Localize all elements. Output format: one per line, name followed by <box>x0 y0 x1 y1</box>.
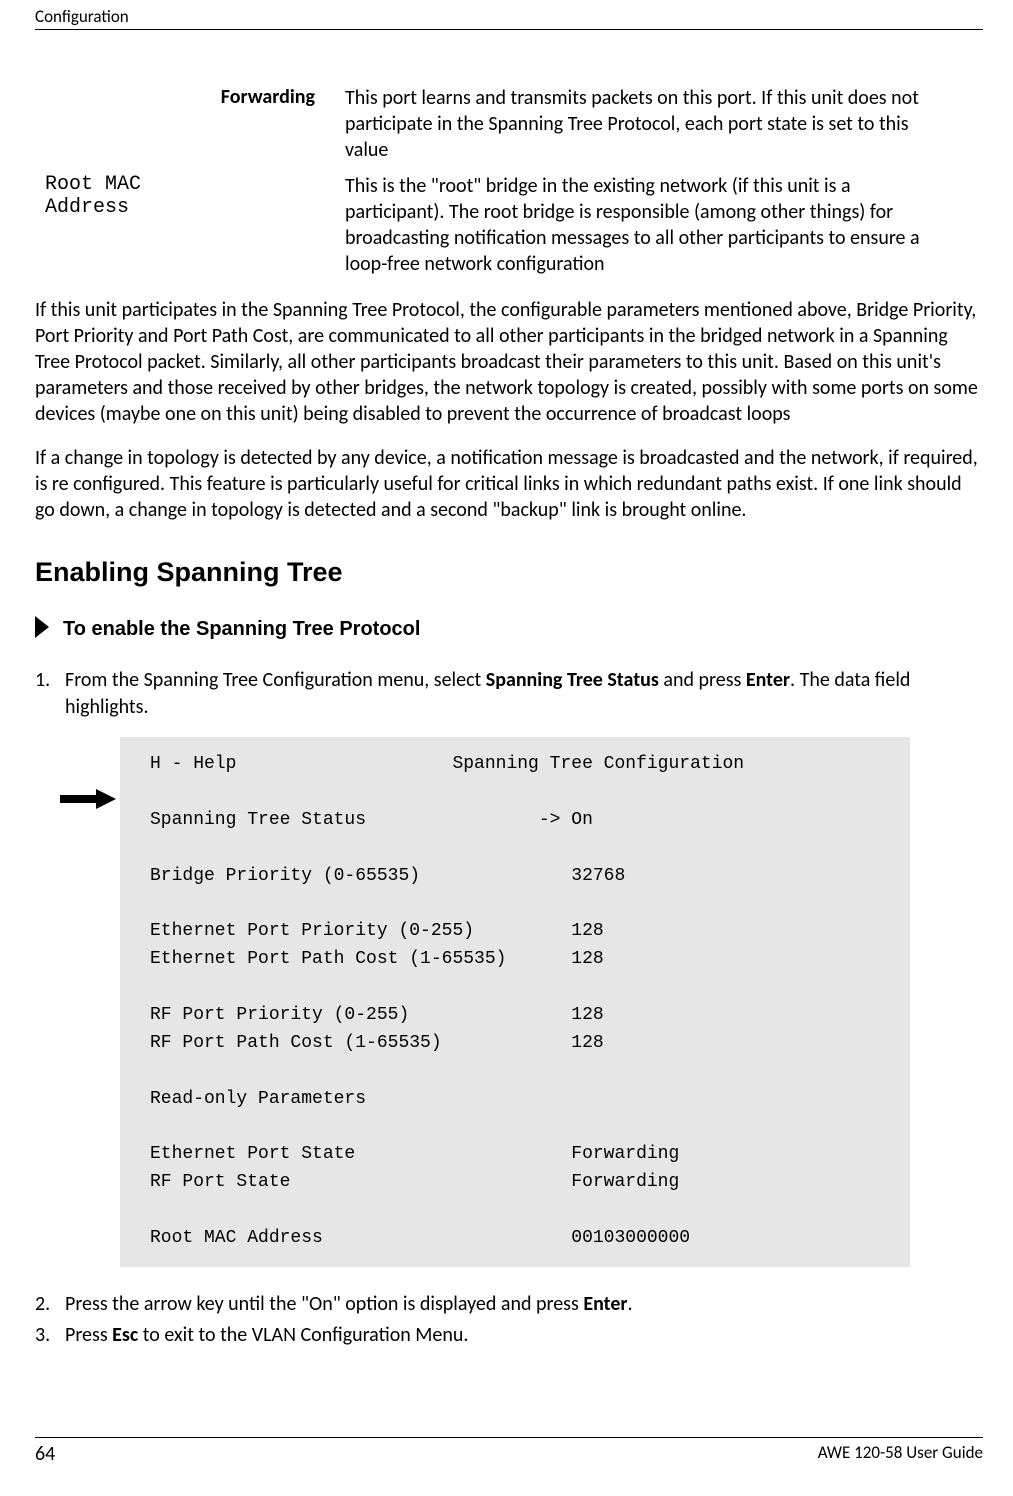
step-text: Press Esc to exit to the VLAN Configurat… <box>65 1322 983 1349</box>
step-3: 3. Press Esc to exit to the VLAN Configu… <box>35 1322 983 1349</box>
text-fragment: . <box>628 1292 633 1316</box>
step-1: 1. From the Spanning Tree Configuration … <box>35 667 983 721</box>
step-text: From the Spanning Tree Configuration men… <box>65 667 983 721</box>
body-paragraph-2: If a change in topology is detected by a… <box>35 445 983 523</box>
definition-description: This is the "root" bridge in the existin… <box>345 173 925 277</box>
page-number: 64 <box>35 1442 55 1466</box>
text-fragment: Press the arrow key until the "On" optio… <box>65 1292 583 1316</box>
definition-table: ForwardingThis port learns and transmits… <box>35 85 983 277</box>
text-fragment: to exit to the VLAN Configuration Menu. <box>138 1323 468 1347</box>
footer-content: 64 AWE 120-58 User Guide <box>35 1442 983 1466</box>
step-text: Press the arrow key until the "On" optio… <box>65 1291 983 1318</box>
text-fragment: Press <box>65 1323 112 1347</box>
procedure-title: To enable the Spanning Tree Protocol <box>63 618 420 641</box>
footer-rule <box>35 1437 983 1438</box>
definition-description: This port learns and transmits packets o… <box>345 85 925 163</box>
header-text: Configuration <box>35 6 129 27</box>
guide-name: AWE 120-58 User Guide <box>818 1442 983 1466</box>
definition-row: ForwardingThis port learns and transmits… <box>35 85 983 163</box>
bold-text: Enter <box>746 668 790 692</box>
step-list-cont: 2. Press the arrow key until the "On" op… <box>35 1291 983 1349</box>
step-number: 3. <box>35 1322 65 1349</box>
arrow-right-icon <box>60 789 116 814</box>
step-2: 2. Press the arrow key until the "On" op… <box>35 1291 983 1318</box>
bold-text: Esc <box>112 1323 138 1347</box>
terminal-wrapper: H - Help Spanning Tree Configuration Spa… <box>120 737 983 1267</box>
text-fragment: From the Spanning Tree Configuration men… <box>65 668 486 692</box>
step-number: 1. <box>35 667 65 721</box>
section-heading: Enabling Spanning Tree <box>35 557 983 588</box>
definition-row: Root MAC AddressThis is the "root" bridg… <box>35 173 983 277</box>
page-footer: 64 AWE 120-58 User Guide <box>35 1437 983 1466</box>
bold-text: Enter <box>583 1292 627 1316</box>
triangle-bullet-icon <box>35 616 53 643</box>
procedure-header: To enable the Spanning Tree Protocol <box>35 616 983 643</box>
step-number: 2. <box>35 1291 65 1318</box>
bold-text: Spanning Tree Status <box>486 668 659 692</box>
header-rule <box>35 29 983 30</box>
step-list: 1. From the Spanning Tree Configuration … <box>35 667 983 721</box>
definition-term: Root MAC Address <box>35 173 345 277</box>
body-paragraph-1: If this unit participates in the Spannin… <box>35 297 983 427</box>
terminal-screen: H - Help Spanning Tree Configuration Spa… <box>120 737 910 1267</box>
text-fragment: and press <box>659 668 746 692</box>
running-header: Configuration <box>35 0 983 27</box>
definition-term: Forwarding <box>35 85 345 163</box>
